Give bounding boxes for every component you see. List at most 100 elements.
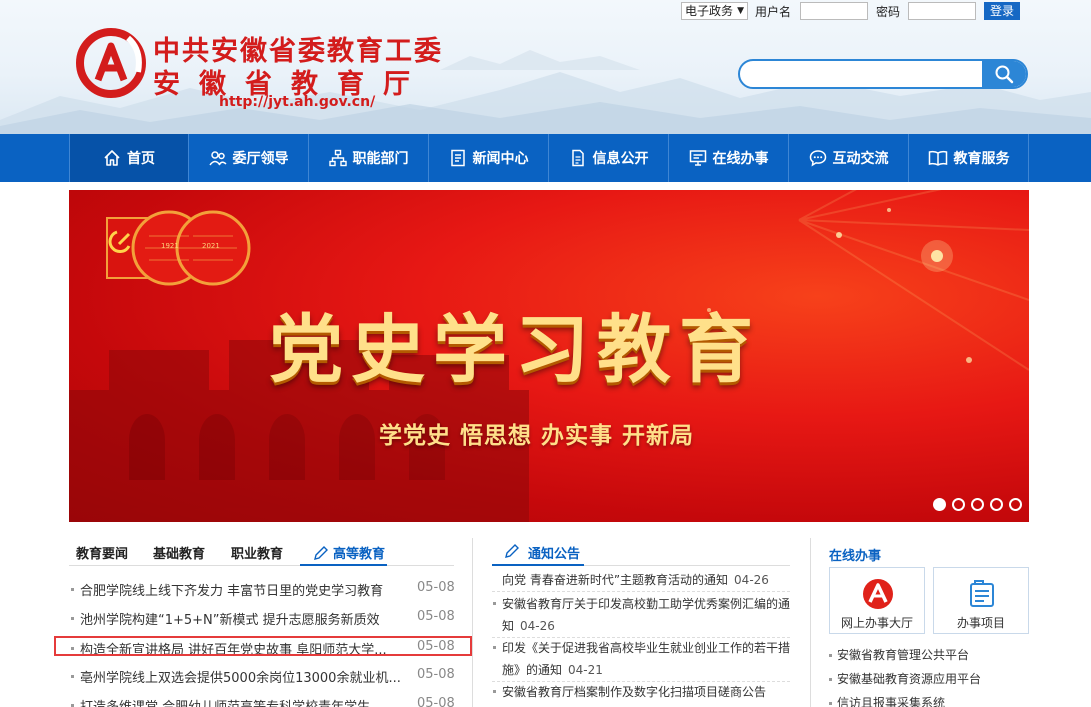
carousel-dot[interactable] [971, 498, 984, 511]
news-date: 05-08 [417, 696, 454, 707]
password-label: 密码 [876, 5, 901, 19]
emblem-year-end: 2021 [202, 242, 220, 250]
chat-icon [809, 149, 827, 167]
nav-item-label: 信息公开 [592, 151, 649, 167]
service-items-label: 办事项目 [956, 616, 1005, 630]
notice-item[interactable]: 安徽省教育厅档案制作及数字化扫描项目磋商公告 [492, 681, 790, 703]
service-items-button[interactable]: 办事项目 [933, 567, 1029, 634]
news-title[interactable]: 合肥学院线上线下齐发力 丰富节日里的党史学习教育 [80, 580, 400, 599]
bullet-icon [493, 690, 496, 693]
tab-basic-edu[interactable]: 基础教育 [153, 543, 205, 562]
tab-higher-edu[interactable]: 高等教育 [313, 543, 385, 562]
main-nav: 首页 委厅领导 职能部门 新闻中心 信息公开 在线办事 互动交流 教育服务 [0, 134, 1091, 182]
search-button[interactable] [982, 61, 1026, 87]
notice-text[interactable]: 向党 青春奋进新时代”主题教育活动的通知 04-26 [492, 569, 790, 591]
selection-highlight [54, 636, 472, 656]
platform-link[interactable]: 信访且报事采集系统 [829, 694, 945, 707]
carousel-dot[interactable] [1009, 498, 1022, 511]
news-title[interactable]: 亳州学院线上双选会提供5000余岗位13000余就业机... [80, 667, 400, 686]
carousel-dot[interactable] [933, 498, 946, 511]
nav-item-info-disclosure[interactable]: 信息公开 [549, 134, 669, 182]
portal-select[interactable]: 电子政务 ▼ [681, 2, 748, 20]
news-date: 05-08 [417, 667, 455, 682]
emblem-year-start: 1921 [161, 242, 179, 250]
platform-link-label: 安徽基础教育资源应用平台 [837, 672, 982, 686]
carousel-dot[interactable] [952, 498, 965, 511]
nav-item-interaction[interactable]: 互动交流 [789, 134, 909, 182]
column-divider [472, 538, 473, 707]
username-input[interactable] [800, 2, 868, 20]
news-title[interactable]: 池州学院构建“1+5+N”新模式 提升志愿服务新质效 [80, 609, 400, 628]
nav-item-edu-service[interactable]: 教育服务 [909, 134, 1029, 182]
tab-higher-edu-label: 高等教育 [333, 547, 386, 562]
notice-item-title: 向党 青春奋进新时代”主题教育活动的通知 [502, 573, 729, 587]
search-box [738, 59, 1028, 89]
username-label: 用户名 [755, 5, 792, 19]
carousel-dot[interactable] [990, 498, 1003, 511]
platform-link-label: 安徽省教育管理公共平台 [837, 648, 970, 662]
tab-vocational-edu[interactable]: 职业教育 [231, 543, 283, 562]
notice-item-title: 印发《关于促进我省高校毕业生就业创业工作的若干措施》的通知 [502, 641, 791, 677]
monitor-icon [689, 149, 707, 167]
notice-text[interactable]: 印发《关于促进我省高校毕业生就业创业工作的若干措施》的通知 04-21 [492, 637, 790, 681]
nav-item-label: 职能部门 [352, 151, 409, 167]
news-item[interactable]: 亳州学院线上双选会提供5000余岗位13000余就业机... 05-08 [69, 667, 455, 693]
search-input[interactable] [740, 61, 986, 87]
nav-item-news-center[interactable]: 新闻中心 [429, 134, 549, 182]
site-url[interactable]: http://jyt.ah.gov.cn/ [219, 94, 375, 110]
platform-link[interactable]: 安徽基础教育资源应用平台 [829, 670, 981, 687]
nav-item-label: 新闻中心 [472, 151, 529, 167]
notice-text[interactable]: 安徽省教育厅关于印发高校勤工助学优秀案例汇编的通知 04-26 [492, 593, 790, 637]
bullet-icon [71, 588, 74, 591]
bullet-icon [829, 702, 832, 705]
carousel-dots [933, 498, 1022, 511]
portal-select-value: 电子政务 [685, 4, 734, 18]
tab-edu-news[interactable]: 教育要闻 [76, 543, 128, 562]
news-title[interactable]: 打造多维课堂 合肥幼儿师范高等专科学校青年学生... [80, 696, 400, 707]
news-date: 05-08 [417, 580, 455, 595]
platform-link-label: 信访且报事采集系统 [837, 696, 946, 707]
notice-text[interactable]: 安徽省教育厅档案制作及数字化扫描项目磋商公告 [492, 681, 790, 703]
login-button[interactable]: 登录 [984, 2, 1020, 20]
notice-item[interactable]: 向党 青春奋进新时代”主题教育活动的通知 04-26 [492, 569, 790, 592]
news-tabs: 教育要闻 基础教育 职业教育 高等教育 [69, 538, 454, 566]
book-icon [928, 149, 948, 167]
active-tab-underline [300, 564, 387, 566]
notice-date: 04-21 [568, 663, 603, 677]
online-service-title[interactable]: 在线办事 [829, 545, 881, 564]
online-hall-button[interactable]: 网上办事大厅 [829, 567, 925, 634]
bullet-icon [493, 602, 496, 605]
nav-item-home[interactable]: 首页 [69, 134, 189, 182]
notice-underline [492, 564, 584, 566]
banner-subtitle: 学党史 悟思想 办实事 开新局 [379, 423, 695, 449]
news-item[interactable]: 合肥学院线上线下齐发力 丰富节日里的党史学习教育 05-08 [69, 580, 455, 606]
online-hall-icon [863, 579, 893, 609]
bullet-icon [71, 617, 74, 620]
notice-item[interactable]: 安徽省教育厅关于印发高校勤工助学优秀案例汇编的通知 04-26 [492, 593, 790, 638]
nav-item-label: 委厅领导 [232, 151, 289, 167]
notice-item[interactable]: 印发《关于促进我省高校毕业生就业创业工作的若干措施》的通知 04-21 [492, 637, 790, 682]
pencil-icon [314, 546, 328, 560]
nav-item-label: 教育服务 [953, 151, 1010, 167]
chevron-down-icon: ▼ [737, 6, 744, 16]
document-icon [569, 149, 587, 167]
nav-item-online-service[interactable]: 在线办事 [669, 134, 789, 182]
emblem-logo [76, 28, 146, 98]
bullet-icon [71, 675, 74, 678]
nav-item-leaders[interactable]: 委厅领导 [189, 134, 309, 182]
nav-item-label: 首页 [127, 151, 155, 167]
platform-link[interactable]: 安徽省教育管理公共平台 [829, 646, 969, 663]
banner-title: 党史学习教育 [269, 307, 761, 393]
password-input[interactable] [908, 2, 976, 20]
news-item[interactable]: 打造多维课堂 合肥幼儿师范高等专科学校青年学生... 05-08 [69, 696, 454, 707]
org-chart-icon [328, 149, 347, 167]
news-icon [449, 149, 467, 167]
notice-title[interactable]: 通知公告 [528, 543, 580, 562]
nav-item-departments[interactable]: 职能部门 [309, 134, 429, 182]
bullet-icon [829, 654, 832, 657]
news-item[interactable]: 池州学院构建“1+5+N”新模式 提升志愿服务新质效 05-08 [69, 609, 455, 635]
bullet-icon [829, 678, 832, 681]
bullet-icon [493, 646, 496, 649]
leaders-icon [208, 149, 227, 167]
banner-carousel[interactable]: 党史学习教育 学党史 悟思想 办实事 开新局 1921 2021 [69, 190, 1029, 522]
